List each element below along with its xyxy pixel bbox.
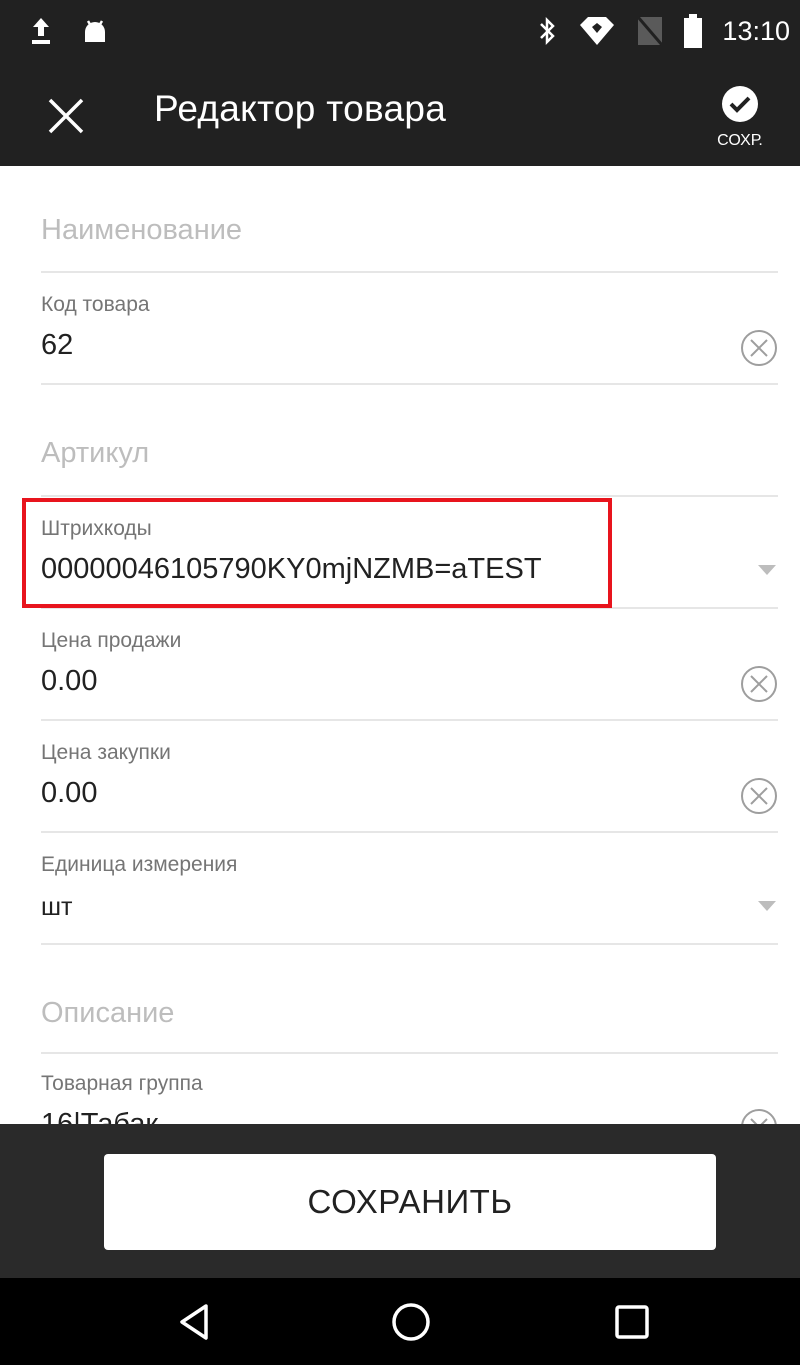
description-placeholder: Описание — [41, 997, 175, 1029]
status-bar: 13:10 — [0, 0, 800, 66]
status-bar-left — [30, 16, 110, 46]
product-code-label: Код товара — [41, 293, 150, 316]
toolbar-save-label: СОХР. — [717, 132, 763, 149]
battery-icon — [684, 14, 703, 48]
barcodes-value: 00000046105790KY0mjNZMB=aTEST — [41, 553, 542, 585]
status-bar-right: 13:10 — [538, 14, 790, 48]
product-group-label: Товарная группа — [41, 1072, 203, 1095]
back-icon[interactable] — [172, 1300, 216, 1344]
dropdown-arrow-icon[interactable] — [758, 565, 776, 575]
page-title: Редактор товара — [154, 88, 447, 129]
sale-price-value: 0.00 — [41, 665, 98, 697]
product-group-field[interactable]: Товарная группа 16|Табак — [41, 1054, 778, 1124]
unit-value: шт — [41, 893, 73, 921]
wifi-icon — [580, 17, 615, 45]
purchase-price-value: 0.00 — [41, 777, 98, 809]
status-bar-time: 13:10 — [722, 15, 790, 46]
bluetooth-icon — [540, 16, 556, 46]
no-sim-icon — [637, 16, 664, 46]
unit-label: Единица измерения — [41, 853, 238, 876]
barcodes-label: Штрихкоды — [41, 517, 152, 540]
close-icon — [48, 98, 84, 134]
product-code-value: 62 — [41, 329, 74, 361]
bottom-action-bar: СОХРАНИТЬ — [0, 1124, 800, 1278]
description-field[interactable]: Описание — [41, 945, 778, 1054]
android-icon — [85, 20, 105, 42]
purchase-price-field[interactable]: Цена закупки 0.00 — [41, 721, 778, 833]
navigation-bar — [0, 1278, 800, 1365]
toolbar-save-button[interactable]: СОХР. — [700, 80, 780, 156]
recents-icon[interactable] — [610, 1300, 654, 1344]
clear-icon[interactable] — [740, 665, 778, 703]
sale-price-field[interactable]: Цена продажи 0.00 — [41, 609, 778, 721]
upload-icon — [32, 18, 50, 44]
product-form: Наименование Код товара 62 Артикул Штрих… — [0, 166, 800, 1124]
toolbar: Редактор товара СОХР. — [0, 66, 800, 166]
article-placeholder: Артикул — [41, 437, 150, 469]
name-field[interactable]: Наименование — [41, 166, 778, 273]
sale-price-label: Цена продажи — [41, 629, 182, 652]
save-button[interactable]: СОХРАНИТЬ — [104, 1154, 716, 1250]
dropdown-arrow-icon[interactable] — [758, 901, 776, 911]
barcodes-field[interactable]: Штрихкоды 00000046105790KY0mjNZMB=aTEST — [41, 497, 778, 609]
clear-icon[interactable] — [740, 1108, 778, 1124]
product-code-field[interactable]: Код товара 62 — [41, 273, 778, 385]
article-field[interactable]: Артикул — [41, 385, 778, 497]
clear-icon[interactable] — [740, 777, 778, 815]
purchase-price-label: Цена закупки — [41, 741, 171, 764]
unit-field[interactable]: Единица измерения шт — [41, 833, 778, 945]
name-placeholder: Наименование — [41, 214, 243, 246]
clear-icon[interactable] — [740, 329, 778, 367]
close-button[interactable] — [44, 94, 88, 138]
product-group-value: 16|Табак — [41, 1108, 159, 1124]
home-icon[interactable] — [389, 1300, 433, 1344]
check-circle-icon — [722, 86, 758, 122]
